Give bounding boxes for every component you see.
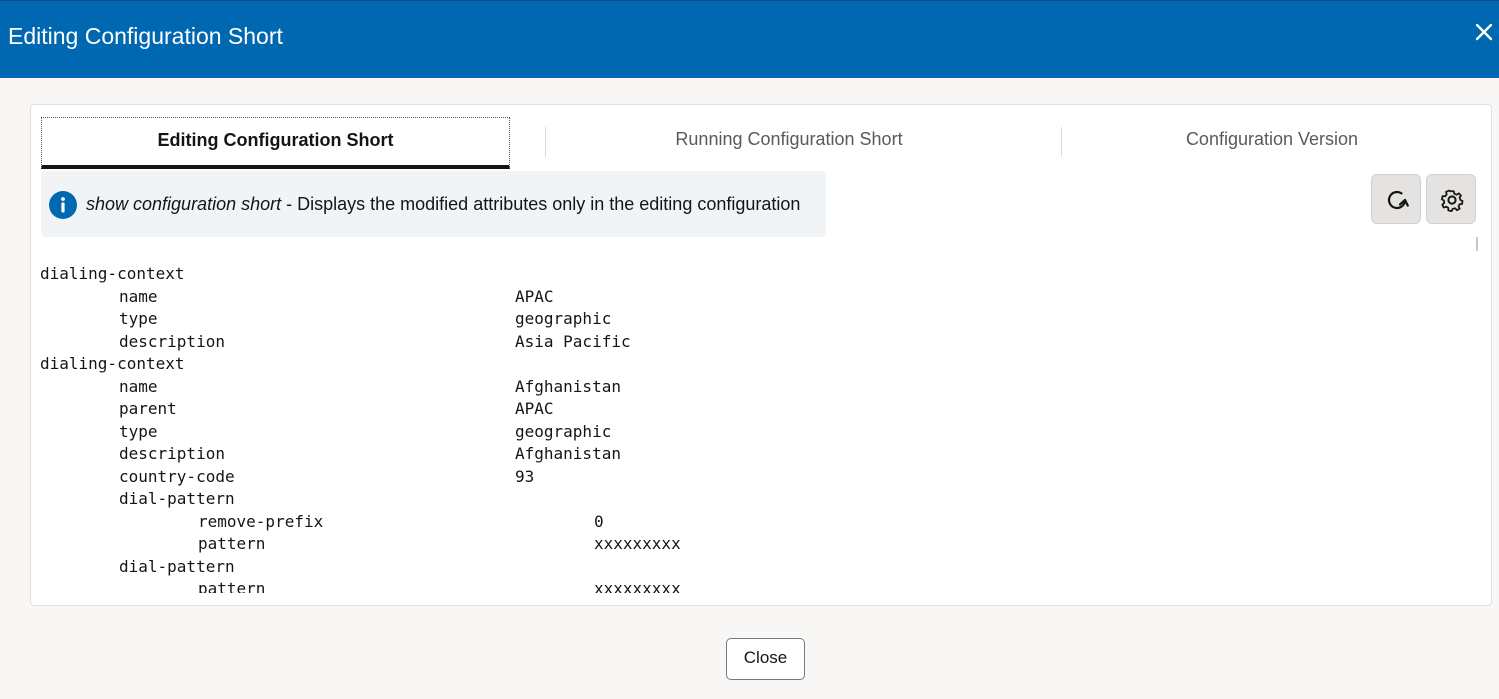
config-value: Asia Pacific <box>515 331 631 351</box>
dialog-title: Editing Configuration Short <box>8 23 283 49</box>
info-banner: show configuration short - Displays the … <box>41 171 826 237</box>
scrollbar[interactable] <box>1476 237 1478 251</box>
tab-bar: Editing Configuration Short Running Conf… <box>41 117 1491 171</box>
config-line: description Asia Pacific <box>40 331 1470 354</box>
config-line: dialing-context <box>40 353 1470 376</box>
config-key: pattern <box>198 534 266 553</box>
config-key: dial-pattern <box>119 556 235 576</box>
gear-icon <box>1440 189 1464 212</box>
config-value: geographic <box>515 309 612 328</box>
config-panel: Editing Configuration Short Running Conf… <box>30 104 1492 606</box>
configuration-output: dialing-context name APAC type geographic … <box>40 263 1470 593</box>
config-line: type geographic <box>40 308 1470 331</box>
config-line: dialing-context <box>40 263 1470 286</box>
info-icon <box>49 191 77 219</box>
config-key: type <box>119 309 158 328</box>
config-value: 93 <box>515 466 535 486</box>
config-key: dialing-context <box>40 264 185 283</box>
config-line: dial-pattern <box>40 556 1470 579</box>
dialog-header: Editing Configuration Short <box>0 0 1499 78</box>
config-key: name <box>119 286 158 306</box>
config-line: type geographic <box>40 421 1470 444</box>
config-dialog: Editing Configuration Short Editing Conf… <box>0 0 1499 699</box>
config-key: dialing-context <box>40 354 185 373</box>
config-line: name Afghanistan <box>40 376 1470 399</box>
config-key: dial-pattern <box>119 489 235 508</box>
info-text: show configuration short - Displays the … <box>86 192 800 216</box>
config-value: xxxxxxxxx <box>594 534 681 553</box>
tab-configuration-version[interactable]: Configuration Version <box>1062 117 1482 169</box>
config-line: remove-prefix 0 <box>40 511 1470 534</box>
settings-button[interactable] <box>1426 174 1476 224</box>
config-line: parent APAC <box>40 398 1470 421</box>
close-button[interactable]: Close <box>726 638 805 680</box>
tab-running-configuration-short[interactable]: Running Configuration Short <box>546 117 1032 169</box>
config-line: dial-pattern <box>40 488 1470 511</box>
config-value: APAC <box>515 399 554 418</box>
config-line: pattern xxxxxxxxx <box>40 578 1470 593</box>
close-icon[interactable] <box>1475 23 1499 49</box>
config-value: xxxxxxxxx <box>594 579 681 593</box>
config-line: description Afghanistan <box>40 443 1470 466</box>
config-key: pattern <box>198 579 266 593</box>
config-value: APAC <box>515 286 554 306</box>
info-description: Displays the modified attributes only in… <box>297 194 801 214</box>
config-line: pattern xxxxxxxxx <box>40 533 1470 556</box>
info-separator: - <box>281 194 298 214</box>
config-key: description <box>119 331 225 351</box>
config-value: geographic <box>515 421 612 441</box>
config-key: remove-prefix <box>198 511 324 531</box>
config-key: parent <box>119 399 177 418</box>
config-value: Afghanistan <box>515 376 621 396</box>
config-value: 0 <box>594 511 604 531</box>
refresh-button[interactable] <box>1371 174 1421 224</box>
config-key: type <box>119 421 158 441</box>
config-line: country-code 93 <box>40 466 1470 489</box>
tab-editing-configuration-short[interactable]: Editing Configuration Short <box>41 117 510 169</box>
config-value: Afghanistan <box>515 444 621 463</box>
config-line: name APAC <box>40 286 1470 309</box>
config-key: description <box>119 444 225 463</box>
config-key: country-code <box>119 466 235 486</box>
config-key: name <box>119 376 158 396</box>
info-command: show configuration short <box>86 194 282 214</box>
refresh-icon <box>1387 190 1409 210</box>
